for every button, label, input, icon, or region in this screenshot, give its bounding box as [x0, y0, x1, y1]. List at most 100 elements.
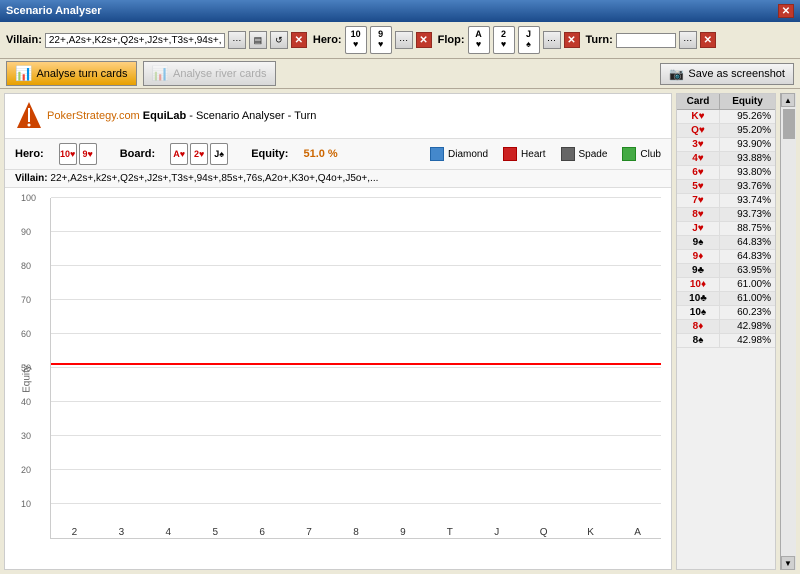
eq-equity-cell: 61.00%: [720, 278, 775, 291]
bar-group-wrapper: J: [473, 198, 520, 538]
camera-icon: 📷: [669, 67, 684, 81]
content-area: PokerStrategy.com EquiLab - Scenario Ana…: [0, 89, 800, 574]
title-bar: Scenario Analyser ✕: [0, 0, 800, 22]
turn-edit-btn[interactable]: ⋯: [679, 31, 697, 49]
equity-rows[interactable]: K♥ 95.26% Q♥ 95.20% 3♥ 93.90% 4♥ 93.88% …: [677, 110, 775, 569]
equity-row: 10♣ 61.00%: [677, 292, 775, 306]
scroll-thumb[interactable]: [783, 109, 795, 139]
spade-label: Spade: [579, 149, 608, 160]
bar-group-wrapper: Q: [520, 198, 567, 538]
flop-card1: A♥: [468, 26, 490, 54]
eq-card-cell: 7♥: [677, 194, 720, 207]
close-button[interactable]: ✕: [778, 4, 794, 18]
equity-row: 4♥ 93.88%: [677, 152, 775, 166]
grid-label: 20: [21, 465, 31, 475]
logo-area: PokerStrategy.com EquiLab - Scenario Ana…: [15, 100, 316, 132]
turn-label: Turn:: [586, 34, 613, 46]
logo-icon: [15, 100, 43, 132]
hero-card-display2: 9♥: [79, 143, 97, 165]
villain-bar-label: Villain:: [15, 173, 48, 184]
main-container: Villain: ⋯ ▤ ↺ ✕ Hero: 10♥ 9♥ ⋯ ✕ Flop: …: [0, 22, 800, 574]
chart-info-bar: Hero: 10♥ 9♥ Board: A♥ 2♥ J♠ Equity: 51.…: [5, 139, 671, 170]
eq-equity-cell: 64.83%: [720, 236, 775, 249]
equity-row: Q♥ 95.20%: [677, 124, 775, 138]
eq-equity-cell: 61.00%: [720, 292, 775, 305]
bar-groups-container: 23456789TJQKA: [51, 198, 661, 538]
villain-remove-btn[interactable]: ✕: [291, 32, 307, 48]
bar-group-wrapper: 9: [379, 198, 426, 538]
scrollbar[interactable]: ▲ ▼: [780, 93, 796, 570]
grid-label: 30: [21, 431, 31, 441]
villain-clear-btn[interactable]: ↺: [270, 31, 288, 49]
equity-row: 9♦ 64.83%: [677, 250, 775, 264]
legend-club: Club: [622, 147, 661, 161]
chart-body: Equity 10203040506070809010023456789TJQK…: [5, 188, 671, 569]
grid-label: 40: [21, 397, 31, 407]
villain-edit-btn[interactable]: ⋯: [228, 31, 246, 49]
scroll-down-btn[interactable]: ▼: [781, 556, 795, 570]
eq-equity-cell: 93.88%: [720, 152, 775, 165]
diamond-label: Diamond: [448, 149, 488, 160]
eq-card-cell: 8♦: [677, 320, 720, 333]
grid-label: 10: [21, 499, 31, 509]
equity-value: 51.0 %: [303, 148, 337, 160]
col-equity-header: Equity: [720, 94, 775, 109]
save-screenshot-label: Save as screenshot: [688, 68, 785, 80]
eq-card-cell: 6♥: [677, 166, 720, 179]
grid-label: 60: [21, 329, 31, 339]
equity-label: Equity:: [251, 148, 288, 160]
eq-card-cell: J♥: [677, 222, 720, 235]
grid-label: 50: [21, 363, 31, 373]
hero-card1: 10♥: [345, 26, 367, 54]
x-axis-label: A: [634, 527, 641, 538]
villain-range-btn[interactable]: ▤: [249, 31, 267, 49]
equity-row: 6♥ 93.80%: [677, 166, 775, 180]
club-legend-box: [622, 147, 636, 161]
brand-text: PokerStrategy.com EquiLab - Scenario Ana…: [47, 110, 316, 122]
equity-row: 3♥ 93.90%: [677, 138, 775, 152]
chart-grid: 10203040506070809010023456789TJQKA: [50, 198, 661, 539]
heart-label: Heart: [521, 149, 545, 160]
save-screenshot-btn[interactable]: 📷 Save as screenshot: [660, 63, 794, 85]
x-axis-label: 9: [400, 527, 406, 538]
ps-brand: PokerStrategy.com: [47, 110, 140, 122]
chart-icon2: 📊: [152, 65, 169, 82]
x-axis-label: T: [447, 527, 453, 538]
equity-row: 5♥ 93.76%: [677, 180, 775, 194]
spade-legend-box: [561, 147, 575, 161]
turn-remove-btn[interactable]: ✕: [700, 32, 716, 48]
x-axis-label: K: [587, 527, 594, 538]
eq-card-cell: 10♦: [677, 278, 720, 291]
chart-hero-label: Hero:: [15, 148, 44, 160]
flop-edit-btn[interactable]: ⋯: [543, 31, 561, 49]
equity-row: 8♥ 93.73%: [677, 208, 775, 222]
x-axis-label: Q: [540, 527, 548, 538]
scroll-up-btn[interactable]: ▲: [781, 93, 795, 107]
analyse-turn-btn[interactable]: 📊 Analyse turn cards: [6, 61, 137, 86]
flop-remove-btn[interactable]: ✕: [564, 32, 580, 48]
bar-group-wrapper: 3: [98, 198, 145, 538]
analyse-river-btn[interactable]: 📊 Analyse river cards: [143, 61, 276, 86]
bar-group-wrapper: A: [614, 198, 661, 538]
board-cards-display: A♥ 2♥ J♠: [170, 143, 228, 165]
hero-label: Hero:: [313, 34, 342, 46]
x-axis-label: 8: [353, 527, 359, 538]
bar-group-wrapper: 4: [145, 198, 192, 538]
equity-row: 10♠ 60.23%: [677, 306, 775, 320]
eq-equity-cell: 93.74%: [720, 194, 775, 207]
hero-edit-btn[interactable]: ⋯: [395, 31, 413, 49]
turn-input[interactable]: [616, 33, 676, 48]
flop-card3: J♠: [518, 26, 540, 54]
hero-remove-btn[interactable]: ✕: [416, 32, 432, 48]
eq-card-cell: 4♥: [677, 152, 720, 165]
chart-icon: 📊: [15, 65, 32, 82]
eq-card-cell: 10♠: [677, 306, 720, 319]
equity-row: 9♣ 63.95%: [677, 264, 775, 278]
heart-legend-box: [503, 147, 517, 161]
bar-group-wrapper: T: [426, 198, 473, 538]
grid-label: 80: [21, 261, 31, 271]
chart-header: PokerStrategy.com EquiLab - Scenario Ana…: [5, 94, 671, 139]
bar-group-wrapper: 8: [333, 198, 380, 538]
flop-group: Flop: A♥ 2♥ J♠ ⋯ ✕: [438, 26, 580, 54]
villain-input[interactable]: [45, 33, 225, 48]
